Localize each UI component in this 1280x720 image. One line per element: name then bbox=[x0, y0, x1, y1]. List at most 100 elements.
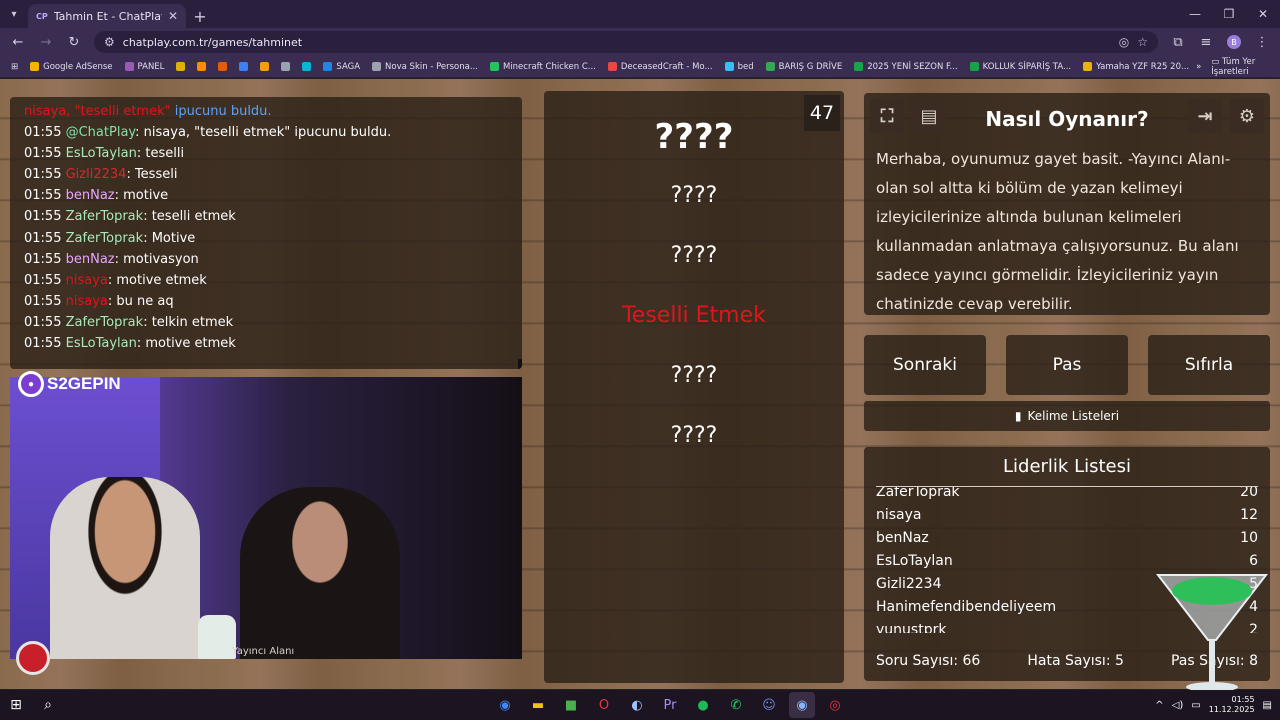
bookmark-item[interactable] bbox=[234, 62, 253, 72]
pass-button[interactable]: Pas bbox=[1006, 335, 1128, 395]
file-explorer-icon[interactable]: ▬ bbox=[525, 692, 551, 718]
tab-tahmin-et[interactable]: CP Tahmin Et - ChatPlay ✕ bbox=[28, 4, 186, 28]
chat-message: 01:55 benNaz: motive bbox=[24, 185, 508, 206]
question-count: Soru Sayısı: 66 bbox=[876, 653, 981, 669]
back-icon[interactable]: ← bbox=[6, 30, 30, 54]
bookmark-label: bed bbox=[737, 61, 754, 72]
apps-icon[interactable]: ⊞ bbox=[6, 62, 23, 72]
chat-text: : teselli etmek bbox=[143, 209, 236, 225]
bookmark-item[interactable]: Minecraft Chicken C... bbox=[485, 62, 601, 72]
menu-icon[interactable]: ⋮ bbox=[1250, 30, 1274, 54]
profile-avatar[interactable]: B bbox=[1222, 30, 1246, 54]
eye-off-icon[interactable]: ◎ bbox=[1119, 35, 1129, 49]
search-icon[interactable]: ⌕ bbox=[32, 690, 64, 720]
reload-icon[interactable]: ↻ bbox=[62, 30, 86, 54]
all-bookmarks-folder[interactable]: ▭ Tüm Yer İşaretleri bbox=[1211, 57, 1274, 77]
obs-icon[interactable]: ◎ bbox=[822, 692, 848, 718]
how-to-play-header: ⛶ ▤ Nasıl Oynanır? ⇥ ⚙ bbox=[864, 93, 1270, 145]
chrome-active-icon[interactable]: ◉ bbox=[789, 692, 815, 718]
minecraft-icon[interactable]: ■ bbox=[558, 692, 584, 718]
bookmark-item[interactable]: DeceasedCraft - Mo... bbox=[603, 62, 718, 72]
bookmark-item[interactable] bbox=[171, 62, 190, 72]
hidden-hint-word: ???? bbox=[670, 423, 718, 448]
gear-icon[interactable]: ⚙ bbox=[1230, 99, 1264, 133]
new-tab-button[interactable]: + bbox=[186, 4, 214, 28]
close-window-icon[interactable]: ✕ bbox=[1246, 0, 1280, 28]
bookmark-favicon-icon bbox=[1083, 62, 1093, 71]
chat-message: nisaya, "teselli etmek" ipucunu buldu. bbox=[24, 101, 508, 122]
fullscreen-icon[interactable]: ⛶ bbox=[870, 99, 904, 133]
bookmark-item[interactable]: KOLLUK SİPARİŞ TA... bbox=[965, 62, 1076, 72]
bookmark-item[interactable] bbox=[255, 62, 274, 72]
how-to-play-panel: ⛶ ▤ Nasıl Oynanır? ⇥ ⚙ Merhaba, oyunumuz… bbox=[864, 93, 1270, 315]
bookmark-item[interactable] bbox=[192, 62, 211, 72]
bookmark-favicon-icon bbox=[969, 62, 979, 71]
bookmark-item[interactable]: SAGA bbox=[318, 62, 365, 72]
bookmark-item[interactable] bbox=[276, 62, 295, 72]
record-indicator-icon bbox=[16, 641, 50, 675]
steam-icon[interactable]: ◐ bbox=[624, 692, 650, 718]
bookmark-favicon-icon bbox=[323, 62, 333, 71]
chat-text: : motive etmek bbox=[136, 336, 236, 352]
bookmark-label: Nova Skin - Persona... bbox=[385, 61, 478, 72]
site-info-icon[interactable]: ⚙ bbox=[104, 35, 115, 49]
bookmark-item[interactable]: Yamaha YZF R25 20... bbox=[1078, 62, 1194, 72]
chat-user: nisaya bbox=[65, 293, 108, 309]
chat-scrollbar[interactable] bbox=[518, 359, 522, 369]
bookmark-item[interactable] bbox=[213, 62, 232, 72]
tab-strip: ▾ CP Tahmin Et - ChatPlay ✕ + — ❐ ✕ bbox=[0, 0, 1280, 28]
more-bookmarks-icon[interactable]: » bbox=[1196, 62, 1201, 72]
reset-button[interactable]: Sıfırla bbox=[1148, 335, 1270, 395]
hidden-hint-word: ???? bbox=[670, 363, 718, 388]
clipboard-icon: ▮ bbox=[1014, 409, 1022, 423]
clock-date: 11.12.2025 bbox=[1208, 705, 1255, 714]
notifications-icon[interactable]: ▤ bbox=[1263, 700, 1272, 711]
premiere-icon[interactable]: Pr bbox=[657, 692, 683, 718]
next-button[interactable]: Sonraki bbox=[864, 335, 986, 395]
bookmark-item[interactable]: PANEL bbox=[120, 62, 170, 72]
bookmark-favicon-icon bbox=[724, 62, 734, 71]
chat-time: 01:55 bbox=[24, 314, 66, 330]
chrome-icon[interactable]: ◉ bbox=[492, 692, 518, 718]
word-lists-button[interactable]: ▮ Kelime Listeleri bbox=[864, 401, 1270, 431]
bookmark-item[interactable]: 2025 YENİ SEZON F... bbox=[849, 62, 962, 72]
forward-icon[interactable]: → bbox=[34, 30, 58, 54]
bookmark-item[interactable] bbox=[297, 62, 316, 72]
network-icon[interactable]: ▭ bbox=[1191, 700, 1200, 711]
extensions-icon[interactable]: ⧉ bbox=[1166, 30, 1190, 54]
tray-chevron-icon[interactable]: ^ bbox=[1155, 700, 1163, 711]
bookmark-item[interactable]: BARIŞ G DRİVE bbox=[761, 62, 848, 72]
bookmark-item[interactable]: Nova Skin - Persona... bbox=[367, 62, 483, 72]
chat-user: @ChatPlay bbox=[65, 125, 136, 141]
media-icon[interactable]: ≡ bbox=[1194, 30, 1218, 54]
whatsapp-icon[interactable]: ✆ bbox=[723, 692, 749, 718]
bookmark-favicon-icon bbox=[765, 62, 775, 71]
windows-start-icon[interactable]: ⊞ bbox=[0, 690, 32, 720]
clock[interactable]: 01:55 11.12.2025 bbox=[1209, 695, 1255, 715]
video-person-right bbox=[240, 487, 400, 659]
discord-icon[interactable]: ☺ bbox=[756, 692, 782, 718]
volume-icon[interactable]: ◁) bbox=[1172, 700, 1184, 711]
restore-icon[interactable]: ❐ bbox=[1212, 0, 1246, 28]
chat-time: 01:55 bbox=[24, 336, 66, 352]
spotify-icon[interactable]: ● bbox=[690, 692, 716, 718]
star-icon[interactable]: ☆ bbox=[1137, 35, 1148, 49]
leaderboard-name: EsLoTaylan bbox=[876, 553, 953, 569]
tab-search-icon[interactable]: ▾ bbox=[0, 0, 28, 28]
clock-time: 01:55 bbox=[1231, 695, 1255, 704]
bookmark-label: KOLLUK SİPARİŞ TA... bbox=[982, 61, 1072, 72]
opera-icon[interactable]: O bbox=[591, 692, 617, 718]
chat-time: 01:55 bbox=[24, 125, 66, 141]
document-icon[interactable]: ▤ bbox=[912, 99, 946, 133]
window-controls: — ❐ ✕ bbox=[1178, 0, 1280, 28]
all-bookmarks-label: Tüm Yer İşaretleri bbox=[1211, 56, 1256, 77]
exit-icon[interactable]: ⇥ bbox=[1188, 99, 1222, 133]
bookmark-label: Yamaha YZF R25 20... bbox=[1096, 61, 1190, 72]
bookmark-item[interactable]: Google AdSense bbox=[25, 62, 117, 72]
close-tab-icon[interactable]: ✕ bbox=[168, 9, 178, 23]
address-bar[interactable]: ⚙ chatplay.com.tr/games/tahminet ◎ ☆ bbox=[94, 31, 1158, 53]
leaderboard-name: nisaya bbox=[876, 507, 922, 523]
bookmark-item[interactable]: bed bbox=[720, 62, 759, 72]
minimize-icon[interactable]: — bbox=[1178, 0, 1212, 28]
chat-message: 01:55 ZaferToprak: telkin etmek bbox=[24, 312, 508, 333]
